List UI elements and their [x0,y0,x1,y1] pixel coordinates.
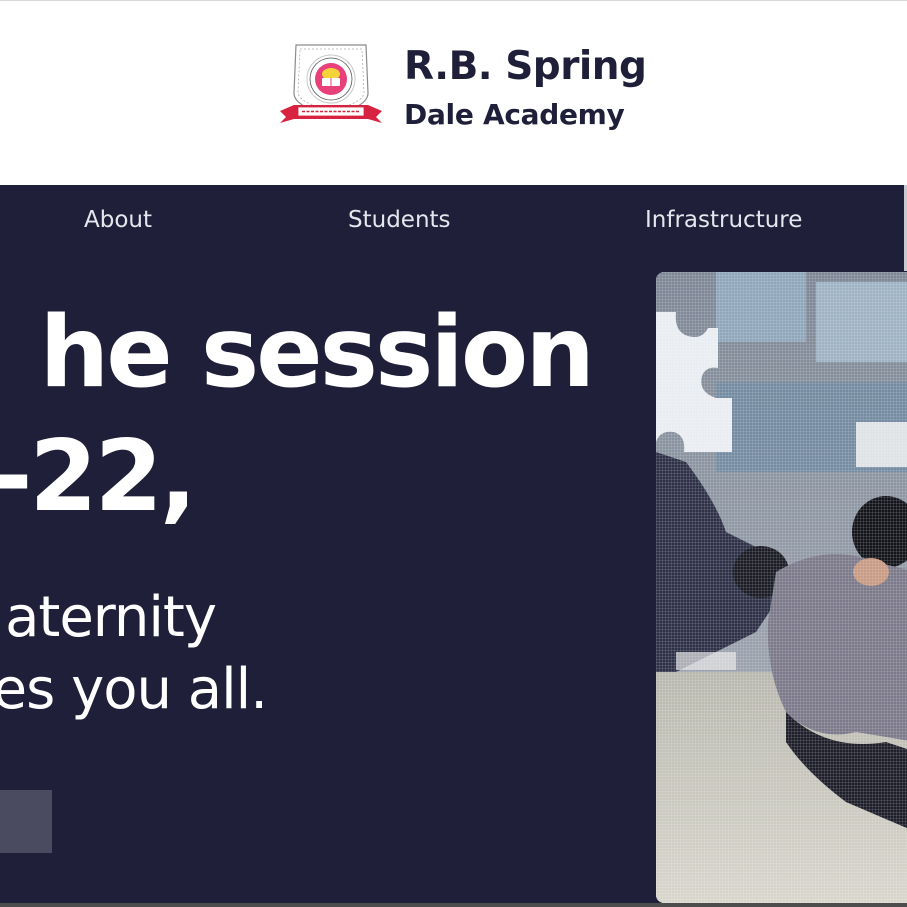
hero-section: About Students Infrastructure he session… [0,185,907,903]
site-header: R.B. Spring Dale Academy [0,1,907,185]
school-name-line1: R.B. Spring [404,44,647,89]
students-photo-graphic [656,272,907,903]
school-crest-graphic [280,44,382,123]
hero-headline-line2: -22, [0,420,197,534]
hero-subtitle-line1: aternity [5,585,217,650]
school-crest-icon[interactable] [276,41,386,127]
page: R.B. Spring Dale Academy About Students … [0,0,907,907]
hero-cta-button[interactable] [0,790,52,853]
students-photo [656,272,907,903]
nav-infrastructure[interactable]: Infrastructure [645,207,802,233]
hero-subtitle-line2: es you all. [0,657,268,722]
hero-headline-line1: he session [39,296,595,410]
bottom-border [0,903,907,907]
hero-headline-block: he session -22, aternity es you all. [0,185,655,903]
school-name-line2: Dale Academy [404,98,625,131]
